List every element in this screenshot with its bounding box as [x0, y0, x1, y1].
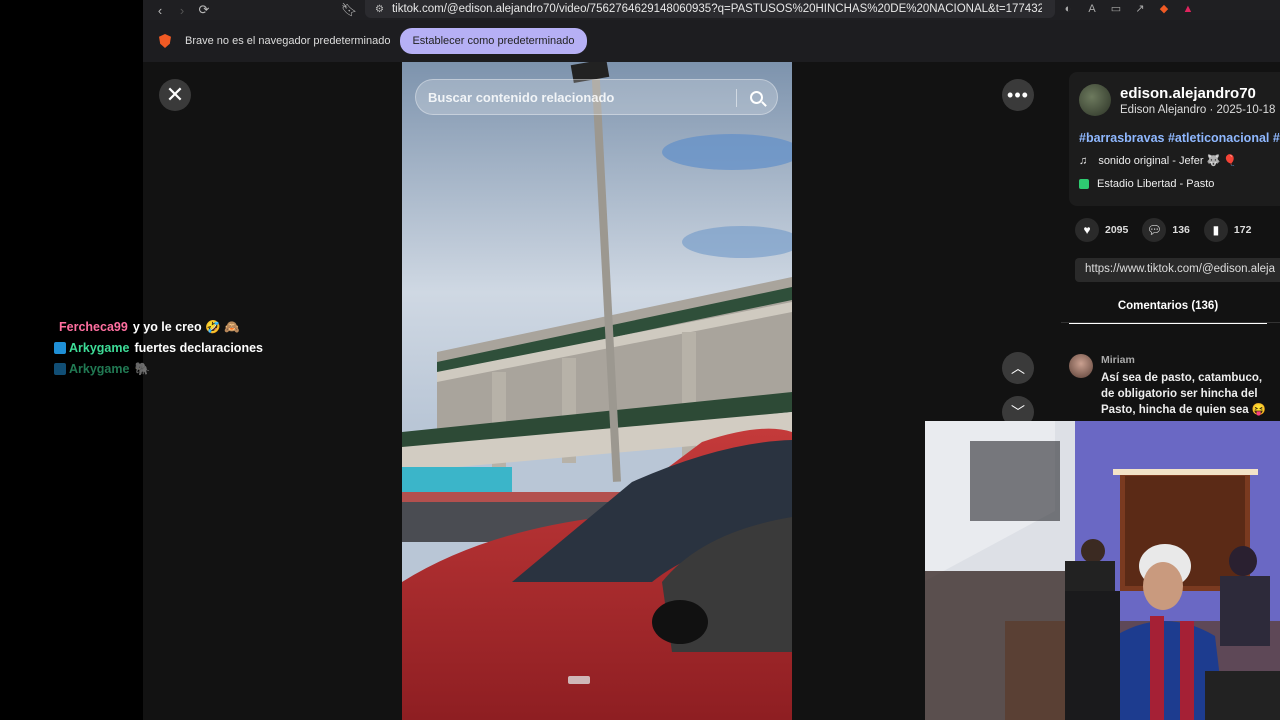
comment-stat[interactable]: 💬︎ 136 — [1142, 218, 1190, 242]
related-search-box[interactable]: Buscar contenido relacionado — [415, 79, 778, 115]
video-frame — [402, 62, 792, 720]
engagement-stats: ♥ 2095 💬︎ 136 ▮ 172 — [1075, 218, 1265, 242]
author-username[interactable]: edison.alejandro70 — [1120, 85, 1256, 102]
location-row[interactable]: Estadio Libertad - Pasto — [1079, 178, 1214, 190]
like-count: 2095 — [1105, 224, 1129, 236]
search-divider — [736, 89, 737, 107]
back-icon[interactable]: ‹ — [149, 0, 171, 20]
address-bar[interactable]: ⚙ tiktok.com/@edison.alejandro70/video/7… — [365, 0, 1055, 18]
url-text: tiktok.com/@edison.alejandro70/video/756… — [391, 3, 1042, 15]
browser-toolbar: ‹ › ⟳ 🔖︎ ⚙ tiktok.com/@edison.alejandro7… — [143, 0, 1280, 20]
description-card: edison.alejandro70 Edison Alejandro · 20… — [1069, 72, 1280, 206]
save-stat[interactable]: ▮ 172 — [1203, 218, 1252, 242]
hashtags[interactable]: #barrasbravas #atleticonacional # — [1079, 131, 1280, 145]
infobar-message: Brave no es el navegador predeterminado — [185, 35, 391, 47]
chat-message: Arkygame 🐘 — [54, 358, 354, 379]
search-placeholder: Buscar contenido relacionado — [428, 89, 615, 105]
save-count: 172 — [1233, 224, 1252, 236]
video-player[interactable]: Buscar contenido relacionado — [402, 62, 792, 720]
search-icon[interactable] — [750, 91, 763, 104]
comment-avatar[interactable] — [1069, 354, 1093, 378]
stream-chat-overlay: Fercheca99 y yo le creo 🤣 🙈 Arkygame fue… — [54, 316, 354, 379]
chat-message: Arkygame fuertes declaraciones — [54, 337, 354, 358]
location-name: Estadio Libertad - Pasto — [1097, 178, 1215, 190]
prime-badge-icon — [54, 362, 66, 375]
chat-text: fuertes declaraciones — [134, 340, 263, 355]
avatar[interactable] — [1079, 84, 1111, 116]
webcam-frame — [925, 421, 1280, 720]
default-browser-infobar: Brave no es el navegador predeterminado … — [143, 20, 1280, 62]
bookmark-icon[interactable]: ▮ — [1203, 218, 1228, 242]
tab-divider — [1061, 322, 1280, 323]
heart-icon[interactable]: ♥ — [1075, 218, 1099, 242]
toolbar-icons: ◐ A ▭ ↗ ◆ ▲ — [1061, 0, 1195, 18]
chat-username: Fercheca99 — [59, 319, 128, 334]
set-default-button[interactable]: Establecer como predeterminado — [400, 28, 587, 54]
comment-text: Así sea de pasto, catambuco, de obligato… — [1101, 372, 1267, 416]
like-stat[interactable]: ♥ 2095 — [1075, 218, 1128, 242]
tab-comments[interactable]: Comentarios (136) — [1069, 300, 1267, 324]
brave-shields-icon[interactable]: ◆ — [1157, 3, 1171, 15]
brave-rewards-icon[interactable]: ▲ — [1181, 3, 1195, 15]
comment-icon[interactable]: 💬︎ — [1142, 218, 1167, 242]
translate-icon[interactable]: A — [1085, 3, 1099, 15]
more-options-icon[interactable]: ••• — [1002, 79, 1034, 111]
copy-link-field[interactable]: https://www.tiktok.com/@edison.aleja — [1075, 258, 1280, 282]
music-title: sonido original - Jefer 🐺 🎈 — [1098, 155, 1237, 167]
chat-username: Arkygame — [69, 340, 130, 355]
previous-video-icon[interactable]: ︿ — [1002, 352, 1034, 384]
chat-text: y yo le creo 🤣 🙈 — [132, 319, 240, 334]
prime-badge-icon — [54, 341, 66, 354]
share-icon[interactable]: ↗ — [1133, 3, 1147, 15]
screen: ‹ › ⟳ 🔖︎ ⚙ tiktok.com/@edison.alejandro7… — [0, 0, 1280, 720]
reload-icon[interactable]: ⟳ — [193, 0, 215, 20]
chat-text: 🐘 — [134, 361, 151, 376]
streamer-webcam — [925, 421, 1280, 720]
author-nickname-date: Edison Alejandro · 2025-10-18 — [1120, 104, 1276, 116]
chat-username: Arkygame — [69, 361, 130, 376]
music-row[interactable]: ♫ sonido original - Jefer 🐺 🎈 — [1079, 154, 1237, 167]
comment-author[interactable]: Miriam — [1101, 354, 1135, 366]
forward-icon[interactable]: › — [171, 0, 193, 20]
site-settings-icon[interactable]: ⚙ — [375, 4, 384, 15]
chat-message: Fercheca99 y yo le creo 🤣 🙈 — [54, 316, 354, 337]
music-note-icon: ♫ — [1079, 155, 1088, 167]
bookmark-icon[interactable]: 🔖︎ — [338, 0, 360, 20]
reader-icon[interactable]: ◐ — [1061, 3, 1075, 15]
close-icon[interactable]: ✕ — [159, 79, 191, 111]
cast-icon[interactable]: ▭ — [1109, 3, 1123, 15]
location-icon — [1079, 179, 1089, 189]
comment-count: 136 — [1172, 224, 1190, 236]
brave-logo-icon — [159, 34, 171, 48]
